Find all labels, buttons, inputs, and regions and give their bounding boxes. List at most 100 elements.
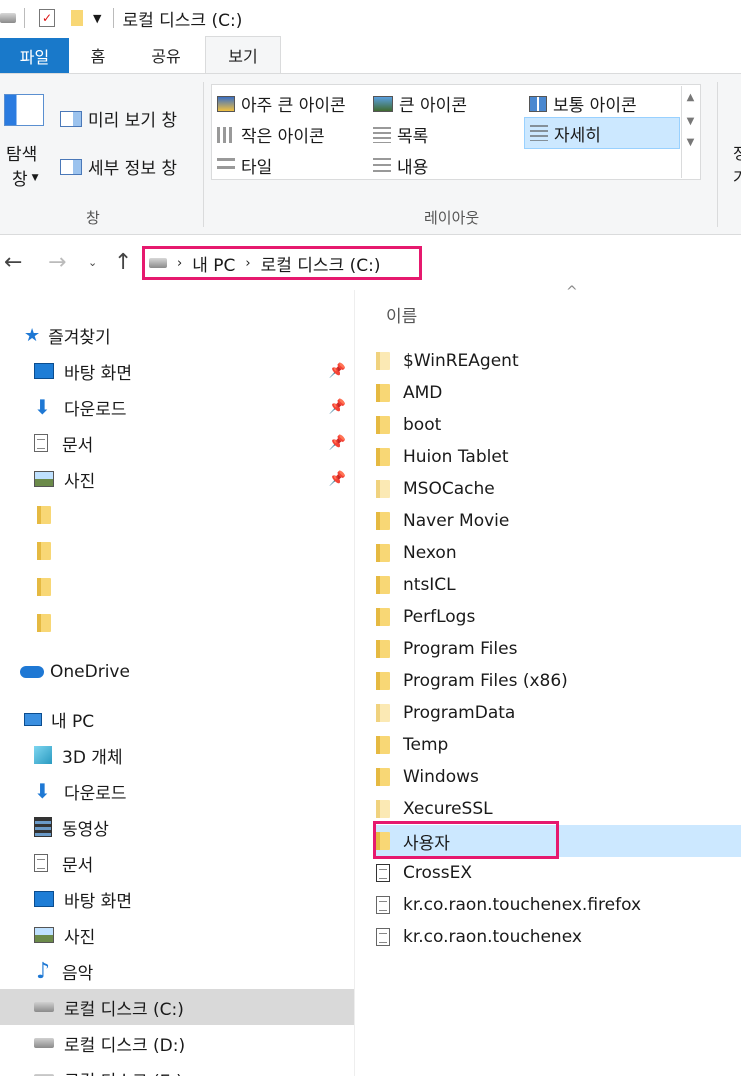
file-row[interactable]: ProgramData <box>376 697 741 729</box>
nav-pc-downloads[interactable]: ⬇ 다운로드 <box>0 773 354 809</box>
nav-music[interactable]: ♪ 음악 <box>0 953 354 989</box>
breadcrumb-local-disk-c[interactable]: 로컬 디스크 (C:) <box>261 251 381 276</box>
separator <box>113 8 115 28</box>
nav-quick-access[interactable]: ★ 즐겨찾기 <box>0 317 354 353</box>
chevron-down-icon[interactable]: ▼ <box>93 12 101 25</box>
list-option[interactable]: 목록 <box>373 122 428 147</box>
list-label: 목록 <box>397 127 429 147</box>
pin-icon[interactable]: 📌 <box>329 471 346 487</box>
nav-pinned-folder[interactable] <box>0 533 354 569</box>
properties-icon[interactable]: ✓ <box>39 9 55 27</box>
large-icons-option[interactable]: 큰 아이콘 <box>373 91 467 116</box>
nav-3d-objects[interactable]: 3D 개체 <box>0 737 354 773</box>
file-row[interactable]: PerfLogs <box>376 601 741 633</box>
forward-arrow-icon[interactable]: → <box>48 250 66 275</box>
folder-icon <box>376 416 390 434</box>
nav-label: 바탕 화면 <box>64 891 132 912</box>
up-arrow-icon[interactable]: ↑ <box>114 250 132 275</box>
tiles-option[interactable]: 타일 <box>217 153 272 178</box>
file-name: Windows <box>403 767 479 787</box>
sort-ascending-icon: ^ <box>566 284 578 300</box>
file-row[interactable]: Temp <box>376 729 741 761</box>
desktop-icon <box>34 891 54 907</box>
computer-icon <box>24 712 42 726</box>
tab-file[interactable]: 파일 <box>0 38 69 73</box>
file-row[interactable]: Program Files <box>376 633 741 665</box>
nav-pinned-folder[interactable] <box>0 497 354 533</box>
current-view-group-partial[interactable]: 정 가 <box>733 142 741 190</box>
chevron-right-icon[interactable]: › <box>177 256 182 271</box>
file-row[interactable]: boot <box>376 409 741 441</box>
medium-icons-option[interactable]: 보통 아이콘 <box>529 91 637 116</box>
nav-downloads[interactable]: ⬇ 다운로드 📌 <box>0 389 354 425</box>
file-row[interactable]: Program Files (x86) <box>376 665 741 697</box>
nav-local-disk-e[interactable]: 로컬 디스크 (E:) <box>0 1061 354 1076</box>
scroll-down-icon[interactable]: ▼ <box>682 116 699 127</box>
tab-view[interactable]: 보기 <box>205 36 281 73</box>
file-row[interactable]: Nexon <box>376 537 741 569</box>
file-row[interactable]: kr.co.raon.touchenex.firefox <box>376 889 741 921</box>
nav-documents[interactable]: 문서 📌 <box>0 425 354 461</box>
file-row[interactable]: Windows <box>376 761 741 793</box>
nav-pictures[interactable]: 사진 📌 <box>0 461 354 497</box>
gallery-expand-icon[interactable]: ▼ <box>682 137 699 148</box>
layout-group-label: 레이아웃 <box>424 209 480 227</box>
file-row[interactable]: AMD <box>376 377 741 409</box>
partial-label-2: 가 <box>733 168 741 187</box>
content-option[interactable]: 내용 <box>373 153 428 178</box>
star-icon: ★ <box>24 324 41 346</box>
recent-chevron-icon[interactable]: ⌄ <box>88 256 97 269</box>
preview-pane-button[interactable]: 미리 보기 창 <box>60 106 177 131</box>
nav-local-disk-d[interactable]: 로컬 디스크 (D:) <box>0 1025 354 1061</box>
nav-pc-pictures[interactable]: 사진 <box>0 917 354 953</box>
folder-icon <box>37 578 51 596</box>
folder-icon <box>376 352 390 370</box>
chevron-right-icon[interactable]: › <box>245 256 250 271</box>
extra-large-icons-option[interactable]: 아주 큰 아이콘 <box>217 91 346 116</box>
nav-pc-desktop[interactable]: 바탕 화면 <box>0 881 354 917</box>
breadcrumb[interactable]: › 내 PC › 로컬 디스크 (C:) <box>142 246 422 280</box>
nav-desktop[interactable]: 바탕 화면 📌 <box>0 353 354 389</box>
file-name: Naver Movie <box>403 511 510 531</box>
tab-home[interactable]: 홈 <box>69 37 127 73</box>
file-name: $WinREAgent <box>403 351 519 371</box>
nav-pc-documents[interactable]: 문서 <box>0 845 354 881</box>
nav-pinned-folder[interactable] <box>0 569 354 605</box>
back-arrow-icon[interactable]: ← <box>4 250 22 275</box>
new-folder-icon[interactable] <box>71 10 83 26</box>
file-row[interactable]: ntsICL <box>376 569 741 601</box>
medium-icons-label: 보통 아이콘 <box>553 96 637 116</box>
small-icons-option[interactable]: 작은 아이콘 <box>217 122 325 147</box>
folder-icon <box>376 800 390 818</box>
group-divider <box>203 82 204 227</box>
details-option[interactable]: 자세히 <box>524 117 680 149</box>
file-row[interactable]: Naver Movie <box>376 505 741 537</box>
cube-icon <box>34 746 52 764</box>
folder-icon <box>376 448 390 466</box>
chevron-down-icon: ▼ <box>31 172 39 183</box>
details-pane-button[interactable]: 세부 정보 창 <box>60 154 177 179</box>
nav-pinned-folder[interactable] <box>0 605 354 641</box>
navigation-pane-button[interactable]: 탐색 창 ▼ <box>4 94 50 194</box>
pin-icon[interactable]: 📌 <box>329 399 346 415</box>
column-header-name[interactable]: 이름 <box>386 302 417 327</box>
file-row[interactable]: MSOCache <box>376 473 741 505</box>
content-label: 내용 <box>397 158 429 178</box>
nav-this-pc[interactable]: 내 PC <box>0 701 354 737</box>
pin-icon[interactable]: 📌 <box>329 435 346 451</box>
nav-local-disk-c[interactable]: 로컬 디스크 (C:) <box>0 989 354 1025</box>
file-row[interactable]: CrossEX <box>376 857 741 889</box>
breadcrumb-my-pc[interactable]: 내 PC <box>192 251 235 276</box>
separator <box>24 8 25 28</box>
drive-icon <box>149 258 167 268</box>
nav-videos[interactable]: 동영상 <box>0 809 354 845</box>
film-icon <box>34 817 52 837</box>
content-icon <box>373 157 391 174</box>
pin-icon[interactable]: 📌 <box>329 363 346 379</box>
tab-share[interactable]: 공유 <box>127 37 205 73</box>
scroll-up-icon[interactable]: ▲ <box>682 92 699 103</box>
file-row[interactable]: Huion Tablet <box>376 441 741 473</box>
file-row[interactable]: $WinREAgent <box>376 345 741 377</box>
nav-onedrive[interactable]: OneDrive <box>0 654 354 690</box>
file-row[interactable]: kr.co.raon.touchenex <box>376 921 741 953</box>
